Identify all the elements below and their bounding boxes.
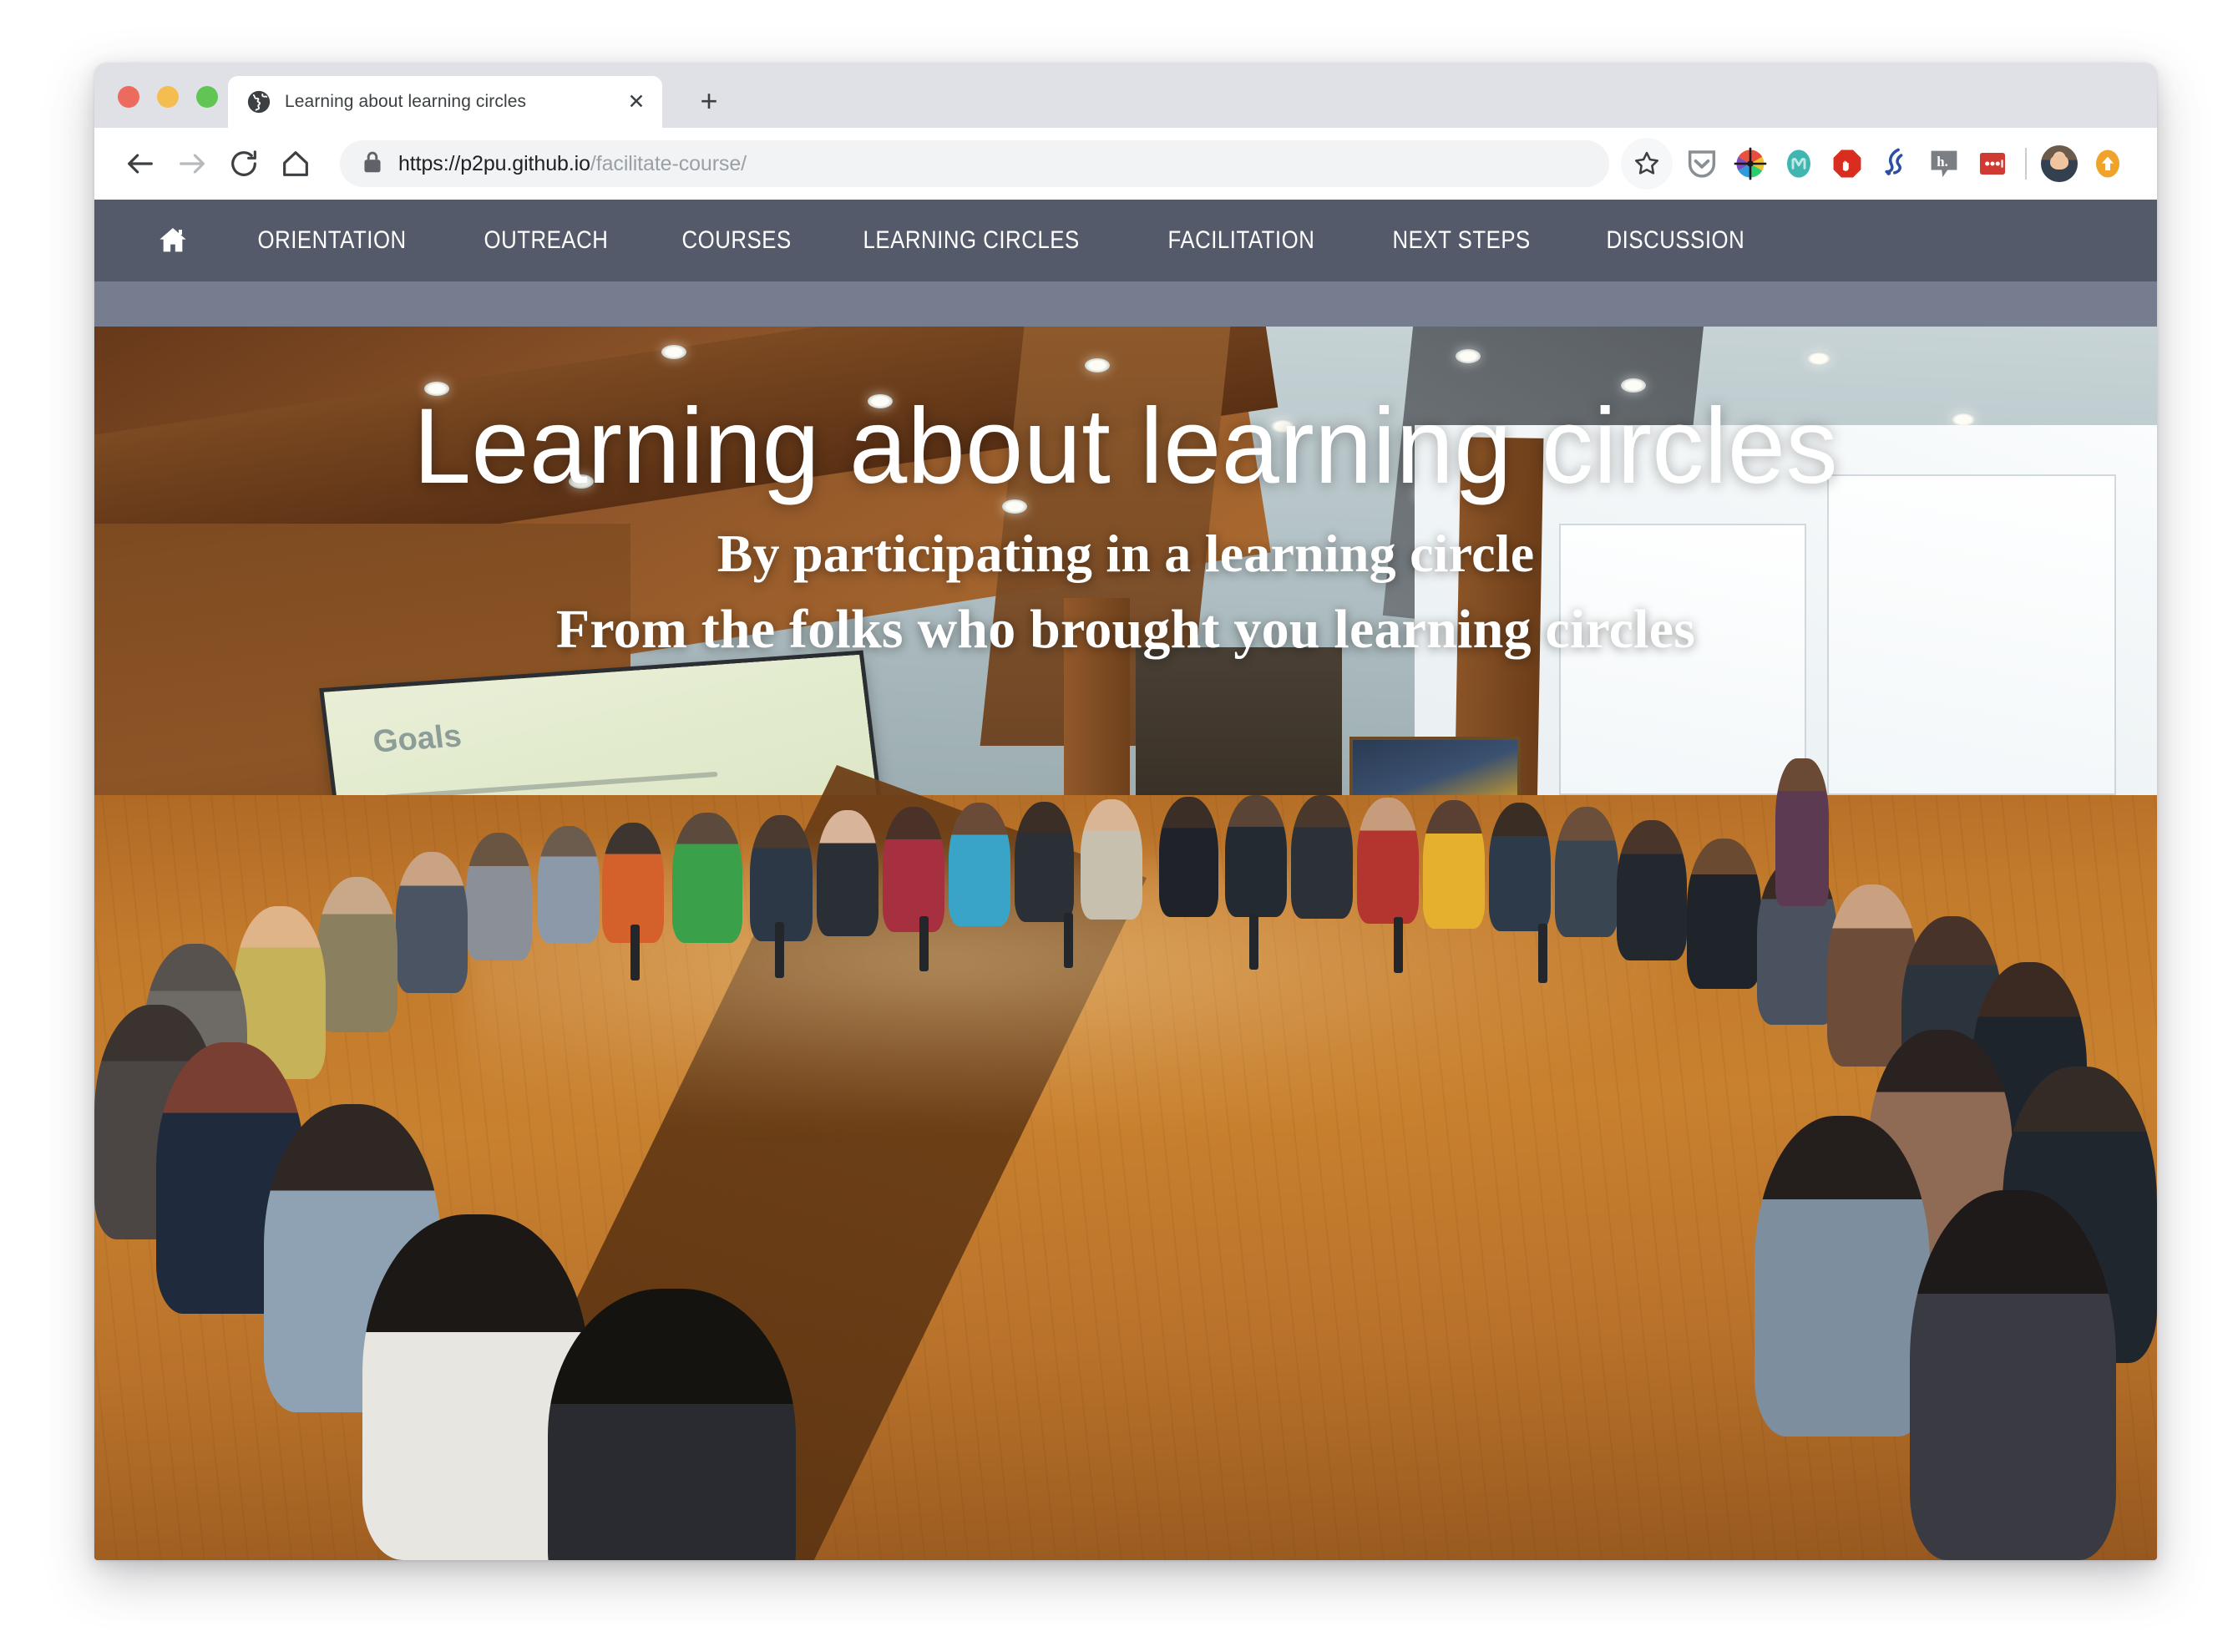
- chair: [1249, 914, 1259, 970]
- chair: [919, 916, 929, 972]
- hero-photo: Ka Goals: [94, 327, 2157, 1560]
- seated-person: [316, 876, 398, 1032]
- bookmark-button[interactable]: [1621, 138, 1673, 190]
- more-extension-icon[interactable]: [1968, 139, 2017, 188]
- seated-person: [1290, 795, 1353, 919]
- home-icon: [159, 228, 186, 252]
- seated-person: [1909, 1189, 2116, 1560]
- downlight-icon: [1001, 499, 1027, 514]
- seated-person: [948, 803, 1010, 926]
- tab-strip: Learning about learning circles ✕ +: [94, 63, 2157, 128]
- lock-icon: [362, 149, 383, 179]
- logo-letter-p2: P: [2042, 215, 2075, 266]
- avatar: [2041, 145, 2078, 182]
- address-bar[interactable]: https://p2pu.github.io/facilitate-course…: [340, 140, 1609, 187]
- logo-letter-u: U: [2074, 215, 2113, 266]
- nav-item-next-steps[interactable]: NEXT STEPS: [1370, 226, 1553, 255]
- tab-title: Learning about learning circles: [285, 92, 527, 111]
- new-tab-button[interactable]: +: [691, 83, 727, 119]
- mendeley-extension-icon[interactable]: [1775, 139, 1823, 188]
- hypothesis-extension-icon[interactable]: h.: [1920, 139, 1968, 188]
- seated-person: [1224, 795, 1287, 918]
- browser-toolbar: https://p2pu.github.io/facilitate-course…: [94, 128, 2157, 200]
- projection-screen-heading: Goals: [371, 717, 464, 759]
- seated-person: [1158, 796, 1219, 918]
- url-text: https://p2pu.github.io/facilitate-course…: [398, 152, 747, 176]
- seated-person: [1080, 798, 1142, 920]
- seated-person: [816, 809, 878, 936]
- nav-item-courses[interactable]: COURSES: [659, 226, 814, 255]
- hero-banner: Ka Goals: [94, 327, 2157, 1560]
- site-navigation-bar: ORIENTATION OUTREACH COURSES LEARNING CI…: [94, 200, 2157, 281]
- logo-letter-2: 2: [2012, 215, 2042, 266]
- seated-person: [1014, 801, 1075, 923]
- seated-person: [465, 832, 532, 961]
- seated-person: [1356, 798, 1419, 924]
- window-pane: [1558, 524, 1807, 796]
- nav-home-link[interactable]: [156, 224, 190, 257]
- seated-person: [395, 852, 468, 993]
- browser-window: Learning about learning circles ✕ + http…: [94, 63, 2157, 1560]
- seated-person: [548, 1289, 796, 1560]
- arrow-right-icon: [180, 154, 205, 174]
- url-path: /facilitate-course/: [590, 151, 747, 175]
- nav-links: ORIENTATION OUTREACH COURSES LEARNING CI…: [235, 226, 1979, 255]
- chair: [630, 925, 641, 981]
- nav-item-discussion[interactable]: DISCUSSION: [1583, 226, 1768, 255]
- seated-person: [1686, 838, 1761, 990]
- reload-icon: [231, 150, 256, 176]
- seated-person: [1488, 803, 1551, 931]
- seated-person: [538, 826, 600, 944]
- pocket-extension-icon[interactable]: [1678, 139, 1726, 188]
- minimize-window-button[interactable]: [157, 86, 179, 108]
- up-arrow-icon: [2096, 149, 2119, 178]
- globe-icon: [246, 89, 271, 114]
- star-icon: [1634, 151, 1659, 175]
- seated-person: [1616, 819, 1687, 961]
- chair: [775, 922, 785, 978]
- chair: [1063, 912, 1073, 969]
- forward-button[interactable]: [166, 138, 218, 190]
- nav-item-learning-circles[interactable]: LEARNING CIRCLES: [840, 226, 1102, 255]
- profile-menu-button[interactable]: [2084, 139, 2132, 188]
- toolbar-divider: [2025, 148, 2027, 180]
- seated-person: [1554, 806, 1619, 938]
- seated-person: [671, 812, 742, 944]
- seated-person: [1754, 1116, 1931, 1437]
- profile-avatar-button[interactable]: [2035, 139, 2084, 188]
- color-wheel-extension-icon[interactable]: [1726, 139, 1775, 188]
- close-window-button[interactable]: [118, 86, 139, 108]
- adblock-extension-icon[interactable]: [1823, 139, 1871, 188]
- chair: [1394, 917, 1404, 973]
- home-button[interactable]: [270, 138, 322, 190]
- downlight-icon: [1456, 348, 1481, 363]
- nav-item-outreach[interactable]: OUTREACH: [461, 226, 631, 255]
- seated-person: [1422, 800, 1485, 929]
- downlight-icon: [1269, 418, 1295, 433]
- browser-tab[interactable]: Learning about learning circles ✕: [228, 76, 662, 128]
- seated-person: [882, 806, 944, 933]
- svg-text:h.: h.: [1937, 154, 1948, 170]
- page-root: Learning about learning circles ✕ + http…: [0, 0, 2238, 1652]
- zotero-extension-icon[interactable]: [1871, 139, 1920, 188]
- downlight-icon: [1806, 351, 1832, 366]
- extensions-bar: h.: [1678, 139, 2132, 188]
- window-pane: [1826, 474, 2116, 796]
- p2pu-logo[interactable]: P 2 P U: [1979, 215, 2113, 266]
- close-tab-button[interactable]: ✕: [622, 88, 651, 116]
- maximize-window-button[interactable]: [196, 86, 218, 108]
- downlight-icon: [1620, 378, 1646, 393]
- window-traffic-lights: [118, 86, 218, 108]
- nav-item-facilitation[interactable]: FACILITATION: [1145, 226, 1338, 255]
- nav-sub-bar: [94, 281, 2157, 327]
- back-button[interactable]: [114, 138, 166, 190]
- url-host: https://p2pu.github.io: [398, 151, 590, 175]
- nav-item-orientation[interactable]: ORIENTATION: [235, 226, 429, 255]
- reload-button[interactable]: [218, 138, 270, 190]
- logo-letter-p1: P: [1979, 215, 2012, 266]
- arrow-left-icon: [128, 154, 153, 174]
- chair: [1538, 923, 1548, 983]
- standing-facilitator: [1775, 758, 1830, 907]
- home-icon: [283, 151, 308, 176]
